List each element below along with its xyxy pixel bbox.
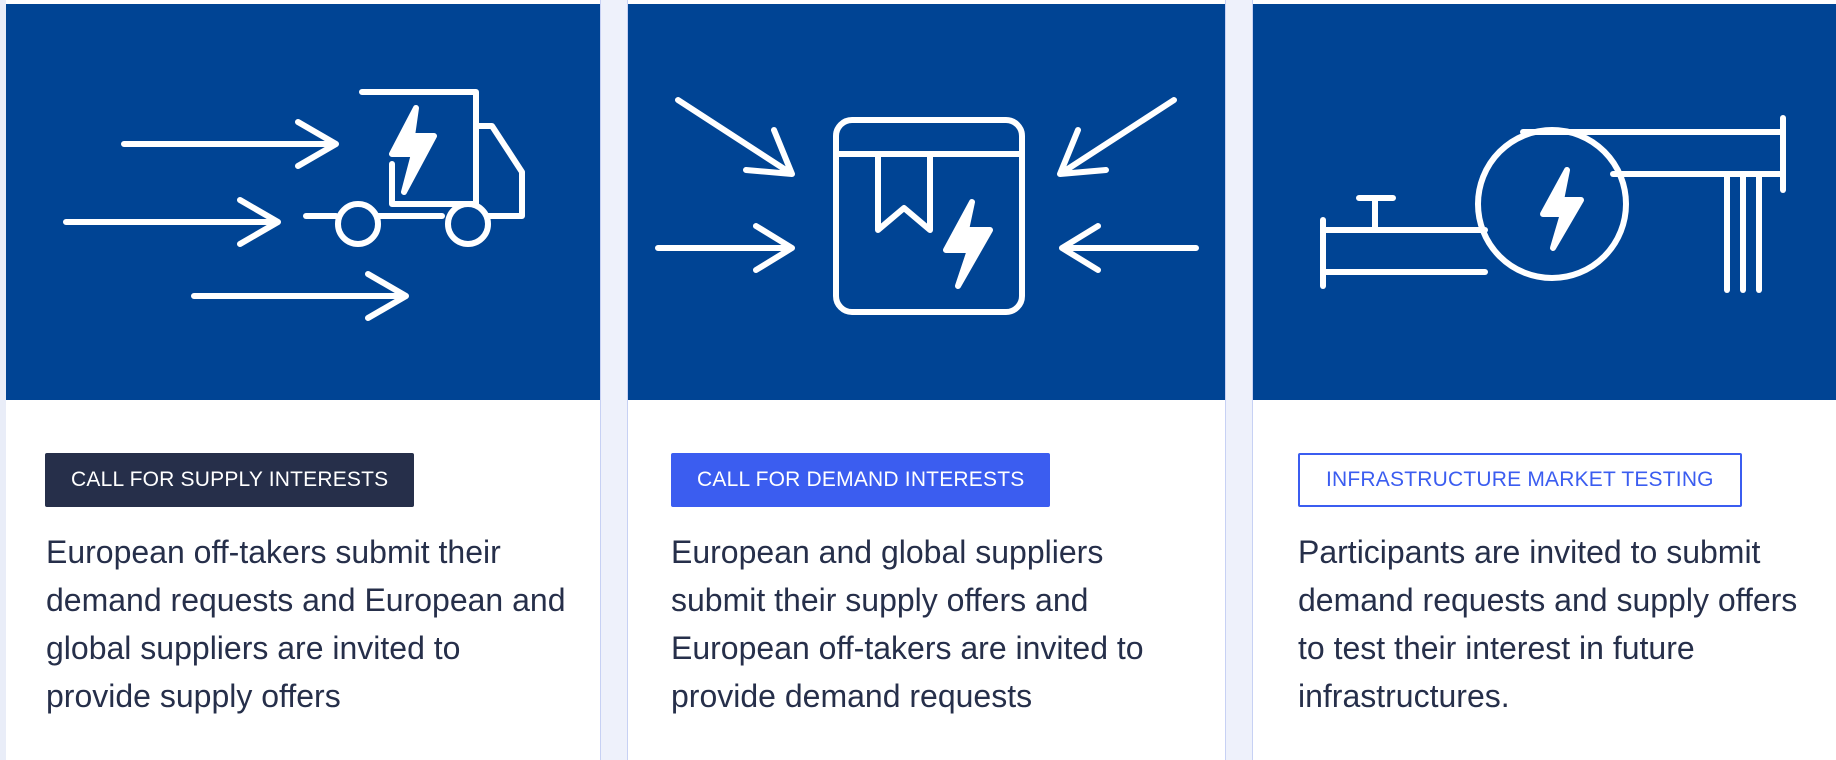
card-description: European off-takers submit their demand … [46, 534, 566, 714]
box-lightning-icon [655, 97, 1199, 315]
truck-lightning-icon [63, 89, 525, 321]
card-supply[interactable]: CALL FOR SUPPLY INTERESTS European off-t… [6, 0, 600, 760]
cards-row: CALL FOR SUPPLY INTERESTS European off-t… [0, 0, 1836, 760]
category-badge[interactable]: CALL FOR SUPPLY INTERESTS [45, 453, 415, 507]
category-badge[interactable]: CALL FOR DEMAND INTERESTS [671, 453, 1051, 507]
card-infrastructure-hero [1253, 0, 1836, 400]
pipeline-lightning-icon [1320, 115, 1786, 293]
card-description: Participants are invited to submit deman… [1298, 534, 1798, 714]
card-description: European and global suppliers submit the… [671, 534, 1144, 714]
card-demand-hero [628, 0, 1225, 400]
card-divider [600, 0, 628, 760]
card-divider [1225, 0, 1253, 760]
category-badge[interactable]: INFRASTRUCTURE MARKET TESTING [1298, 453, 1742, 507]
card-supply-hero [6, 0, 600, 400]
card-demand[interactable]: CALL FOR DEMAND INTERESTS European and g… [628, 0, 1225, 760]
card-infrastructure[interactable]: INFRASTRUCTURE MARKET TESTING Participan… [1253, 0, 1836, 760]
